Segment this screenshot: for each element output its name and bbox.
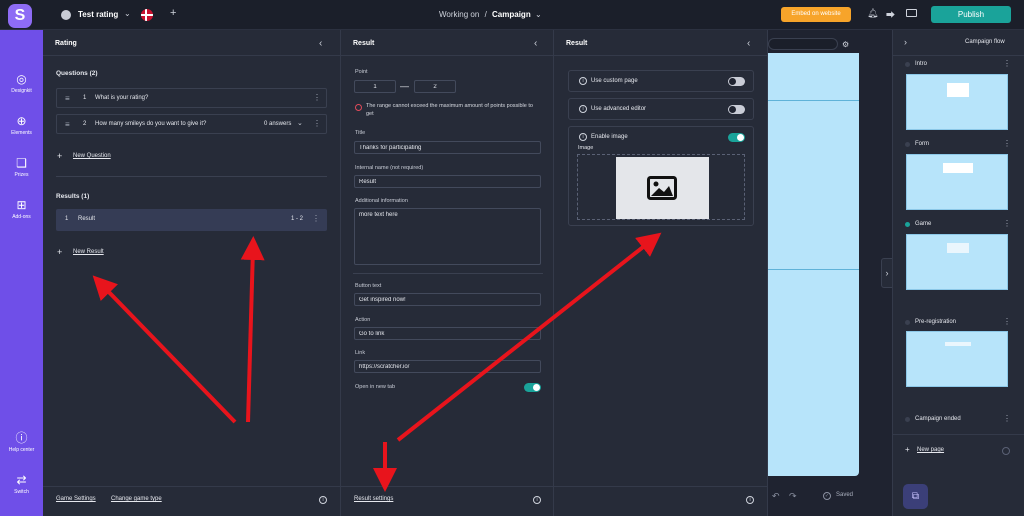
arrow-to-new-result <box>92 275 237 424</box>
arrow-to-result-row <box>240 236 265 423</box>
arrow-to-enable-image <box>396 232 662 442</box>
annotation-arrows <box>92 232 662 492</box>
